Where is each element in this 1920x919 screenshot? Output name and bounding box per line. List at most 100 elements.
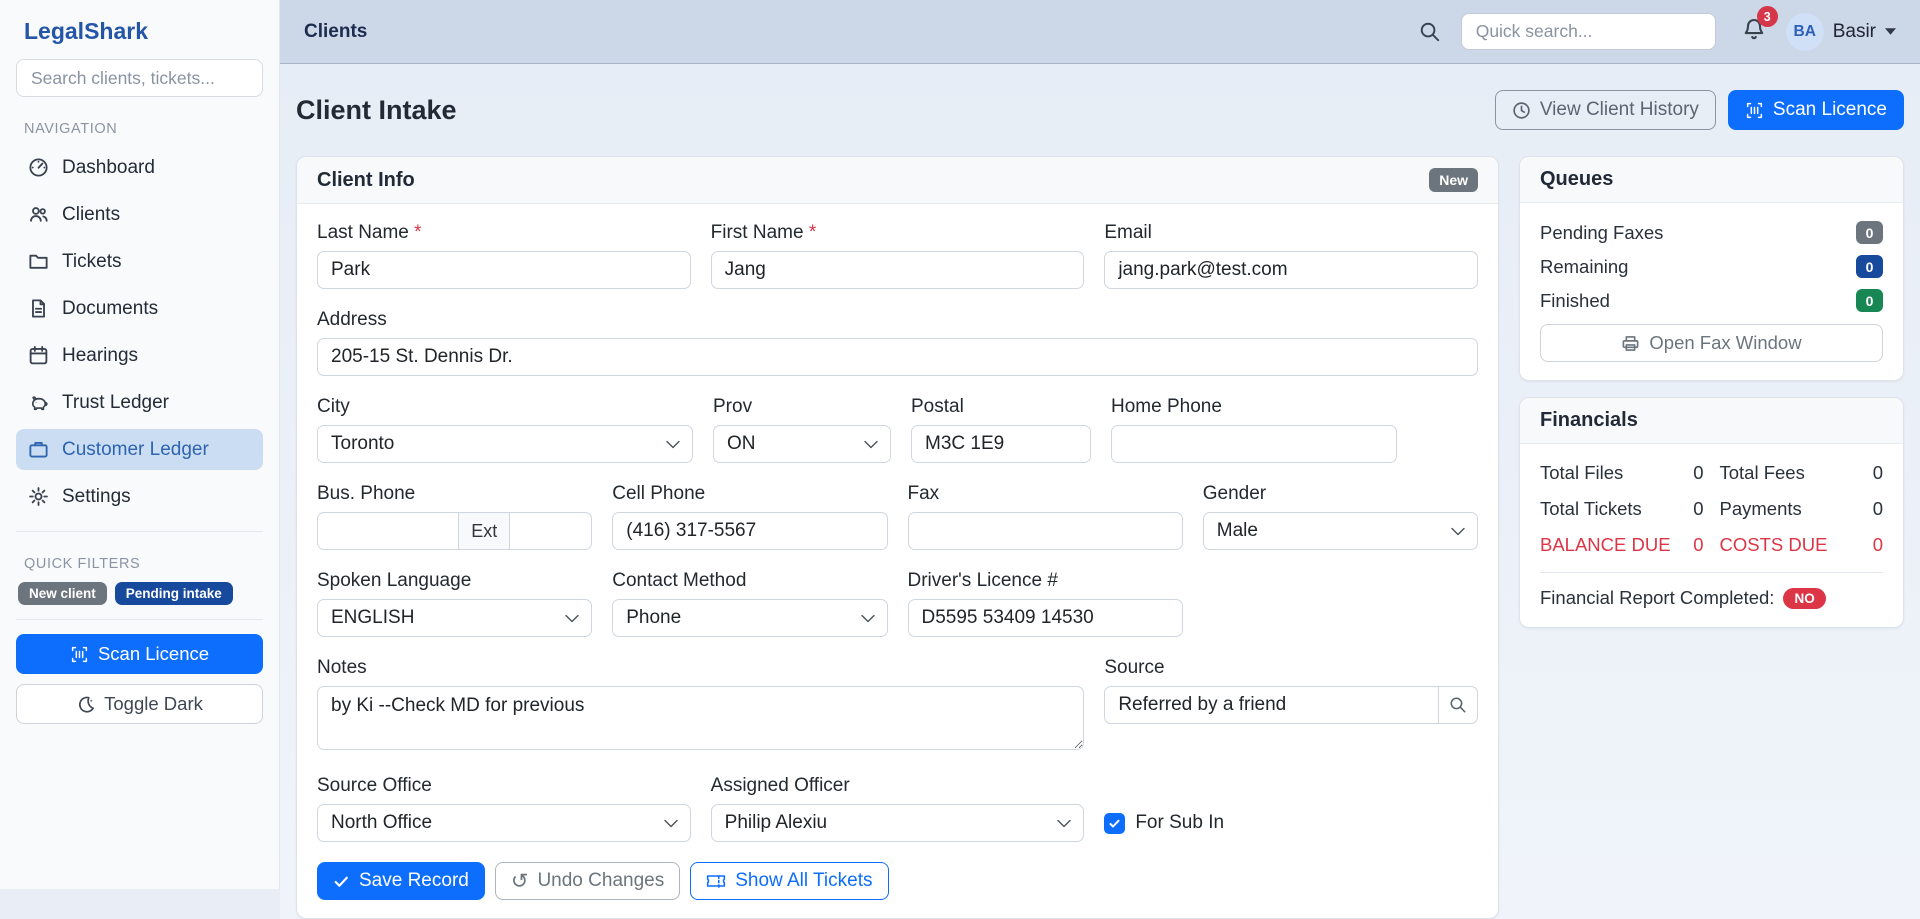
divider xyxy=(16,531,263,532)
view-client-history-button[interactable]: View Client History xyxy=(1495,90,1716,130)
sidebar-item-dashboard[interactable]: Dashboard xyxy=(16,147,263,188)
barcode-icon xyxy=(1745,101,1764,120)
source-office-value: North Office xyxy=(331,812,432,834)
queue-row: Pending Faxes 0 xyxy=(1540,221,1883,244)
address-field[interactable] xyxy=(317,338,1478,376)
source-label: Source xyxy=(1104,657,1478,679)
email-field[interactable] xyxy=(1104,251,1478,289)
open-fax-window-button[interactable]: Open Fax Window xyxy=(1540,324,1883,362)
notes-field[interactable]: by Ki --Check MD for previous xyxy=(317,686,1084,750)
financial-report-label: Financial Report Completed: xyxy=(1540,587,1774,609)
queue-count-badge: 0 xyxy=(1856,221,1883,244)
postal-field[interactable] xyxy=(911,425,1091,463)
assigned-officer-label: Assigned Officer xyxy=(711,775,1085,797)
sidebar: LegalShark NAVIGATION Dashboard Clients … xyxy=(0,0,280,889)
spoken-language-select[interactable]: ENGLISH xyxy=(317,599,592,637)
home-phone-field[interactable] xyxy=(1111,425,1397,463)
fax-field[interactable] xyxy=(908,512,1183,550)
sidebar-item-settings[interactable]: Settings xyxy=(16,476,263,517)
bus-phone-ext-field[interactable] xyxy=(510,512,592,550)
topbar: Clients 3 BA Basir xyxy=(280,0,1920,64)
card-title: Client Info xyxy=(317,169,415,192)
sidebar-item-hearings[interactable]: Hearings xyxy=(16,335,263,376)
sidebar-scan-licence-label: Scan Licence xyxy=(98,643,209,665)
financials-title: Financials xyxy=(1540,409,1638,432)
source-search-button[interactable] xyxy=(1439,686,1478,724)
sidebar-item-customer-ledger[interactable]: Customer Ledger xyxy=(16,429,263,470)
prov-value: ON xyxy=(727,433,756,455)
toggle-dark-label: Toggle Dark xyxy=(104,693,203,715)
quick-search-input[interactable] xyxy=(1461,13,1716,50)
postal-label: Postal xyxy=(911,396,1091,418)
app-logo: LegalShark xyxy=(16,16,263,59)
chevron-down-icon xyxy=(565,614,579,623)
undo-changes-button[interactable]: ↺ Undo Changes xyxy=(495,862,680,900)
chevron-down-icon xyxy=(1885,28,1896,35)
queues-title: Queues xyxy=(1540,168,1613,191)
scan-licence-button[interactable]: Scan Licence xyxy=(1728,90,1904,130)
last-name-field[interactable] xyxy=(317,251,691,289)
notes-label: Notes xyxy=(317,657,1084,679)
required-marker: * xyxy=(809,222,816,243)
assigned-officer-select[interactable]: Philip Alexiu xyxy=(711,804,1085,842)
for-sub-in-checkbox[interactable]: For Sub In xyxy=(1104,804,1478,842)
sidebar-item-label: Settings xyxy=(62,486,131,508)
gear-icon xyxy=(28,486,49,507)
sidebar-item-documents[interactable]: Documents xyxy=(16,288,263,329)
bus-phone-field[interactable] xyxy=(317,512,459,550)
notifications-button[interactable]: 3 xyxy=(1742,17,1766,46)
chevron-down-icon xyxy=(861,614,875,623)
sidebar-item-label: Hearings xyxy=(62,345,138,367)
bus-phone-label: Bus. Phone xyxy=(317,483,592,505)
avatar[interactable]: BA xyxy=(1786,13,1824,51)
sidebar-item-clients[interactable]: Clients xyxy=(16,194,263,235)
address-label: Address xyxy=(317,309,1478,331)
queues-card: Queues Pending Faxes 0 Remaining 0 Finis… xyxy=(1519,156,1904,381)
sidebar-item-trust-ledger[interactable]: Trust Ledger xyxy=(16,382,263,423)
search-icon[interactable] xyxy=(1419,21,1441,43)
first-name-field[interactable] xyxy=(711,251,1085,289)
filter-chip-new-client[interactable]: New client xyxy=(18,582,107,605)
cell-phone-field[interactable] xyxy=(612,512,887,550)
clients-icon xyxy=(28,204,49,225)
filter-chip-pending-intake[interactable]: Pending intake xyxy=(115,582,233,605)
drivers-licence-field[interactable] xyxy=(908,599,1183,637)
user-menu[interactable]: BA Basir xyxy=(1786,13,1896,51)
gender-label: Gender xyxy=(1203,483,1478,505)
sidebar-item-tickets[interactable]: Tickets xyxy=(16,241,263,282)
queue-count-badge: 0 xyxy=(1856,289,1883,312)
queue-label: Pending Faxes xyxy=(1540,222,1663,244)
notification-count-badge: 3 xyxy=(1757,6,1778,27)
city-select[interactable]: Toronto xyxy=(317,425,693,463)
search-icon xyxy=(1449,696,1467,714)
sidebar-item-label: Dashboard xyxy=(62,157,155,179)
scan-licence-label: Scan Licence xyxy=(1773,99,1887,121)
barcode-icon xyxy=(70,645,89,664)
prov-select[interactable]: ON xyxy=(713,425,891,463)
source-field[interactable] xyxy=(1104,686,1439,724)
stat-total-tickets: Total Tickets0 xyxy=(1540,498,1704,520)
show-all-tickets-button[interactable]: Show All Tickets xyxy=(690,862,888,900)
chevron-down-icon xyxy=(666,440,680,449)
document-icon xyxy=(28,298,49,319)
sidebar-search-input[interactable] xyxy=(16,59,263,97)
save-record-button[interactable]: Save Record xyxy=(317,862,485,900)
chevron-down-icon xyxy=(664,819,678,828)
checkbox-checked-icon xyxy=(1104,813,1125,834)
assigned-officer-value: Philip Alexiu xyxy=(725,812,827,834)
sidebar-scan-licence-button[interactable]: Scan Licence xyxy=(16,634,263,674)
queue-row: Remaining 0 xyxy=(1540,255,1883,278)
cell-phone-label: Cell Phone xyxy=(612,483,887,505)
chevron-down-icon xyxy=(1451,527,1465,536)
gender-value: Male xyxy=(1217,520,1258,542)
contact-method-select[interactable]: Phone xyxy=(612,599,887,637)
first-name-label: First Name * xyxy=(711,222,1085,244)
last-name-label: Last Name * xyxy=(317,222,691,244)
divider xyxy=(1540,572,1883,573)
toggle-dark-button[interactable]: Toggle Dark xyxy=(16,684,263,724)
quick-filters-heading: QUICK FILTERS xyxy=(24,556,255,572)
source-office-select[interactable]: North Office xyxy=(317,804,691,842)
clock-icon xyxy=(1512,101,1531,120)
divider xyxy=(16,619,263,620)
gender-select[interactable]: Male xyxy=(1203,512,1478,550)
